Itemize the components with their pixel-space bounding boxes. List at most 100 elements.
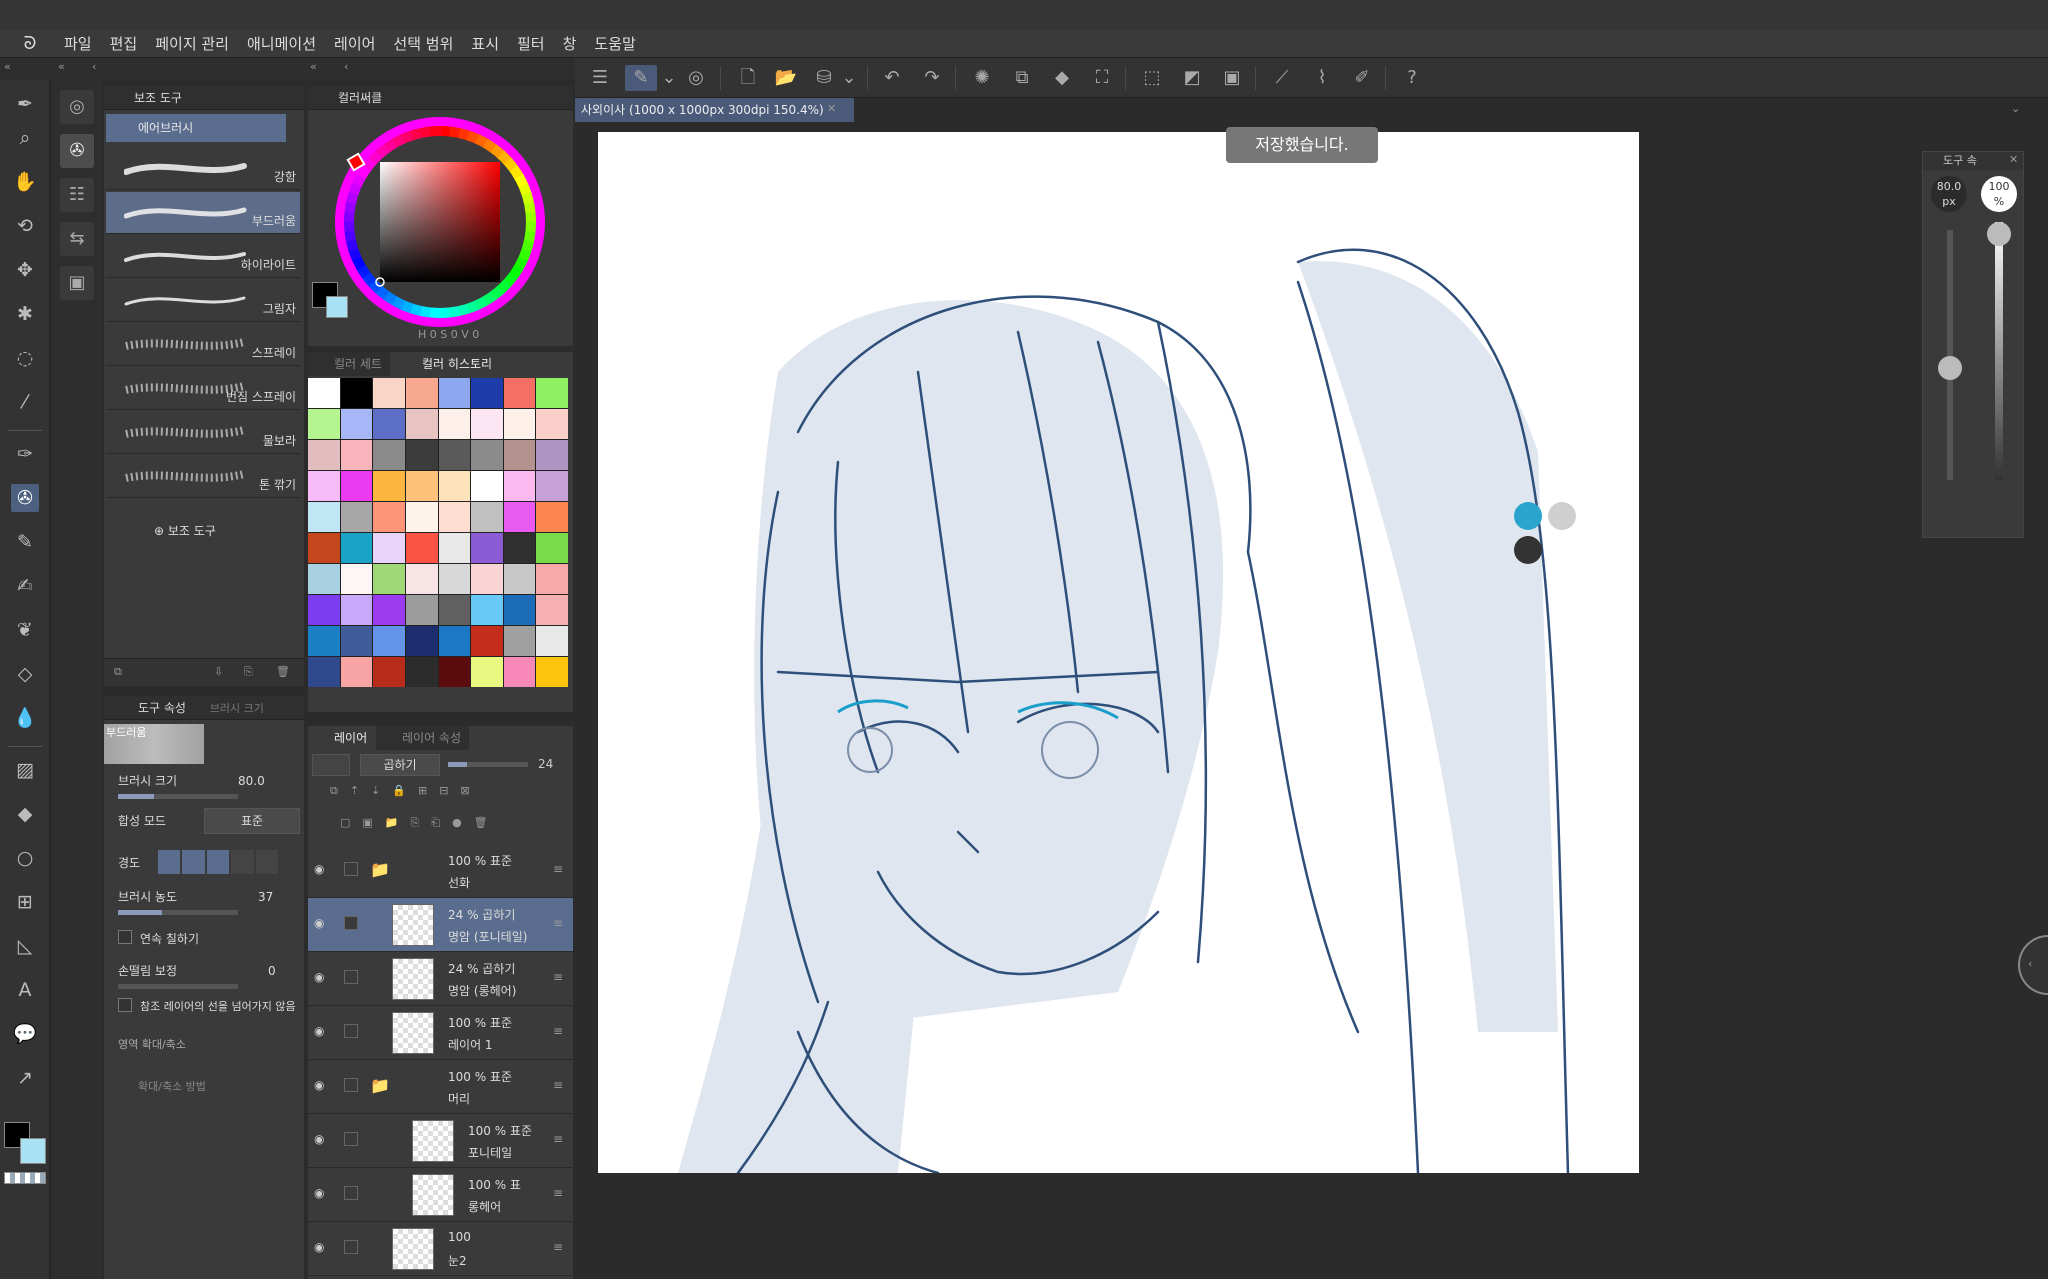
palette-swatch[interactable] (438, 502, 471, 532)
palette-swatch[interactable] (373, 564, 405, 594)
brush-size-value[interactable]: 80.0 (238, 774, 265, 788)
palette-swatch[interactable] (503, 595, 536, 625)
palette-swatch[interactable] (438, 378, 471, 408)
eye-icon[interactable]: ◉ (314, 916, 330, 932)
zoom-tool-icon[interactable]: ⌕ (11, 124, 39, 152)
brush-item[interactable]: 그림자 (106, 280, 300, 322)
brush-item[interactable]: 강함 (106, 148, 300, 190)
correct-line-tool-icon[interactable]: ↗ (11, 1064, 39, 1092)
palette-swatch[interactable] (471, 471, 503, 501)
chevron-left-icon[interactable]: ‹ (92, 60, 96, 73)
eyedropper-icon[interactable]: ⁄ (11, 388, 39, 416)
eye-icon[interactable]: ◉ (314, 1024, 330, 1040)
palette-swatch[interactable] (536, 471, 568, 501)
move-tool-icon[interactable]: ✥ (11, 256, 39, 284)
airbrush-tool-icon[interactable]: ✇ (11, 484, 39, 512)
close-tab-icon[interactable]: ✕ (827, 102, 836, 115)
save-icon[interactable]: ⛁ (811, 65, 837, 91)
download-icon[interactable]: ⇩ (214, 665, 223, 678)
layer-lock-toggle[interactable] (344, 1132, 358, 1146)
ribbon-tool-icon[interactable]: ❦ (11, 616, 39, 644)
layer-row[interactable]: ◉ 24 % 곱하기 명암 (롱헤어) ≡ (308, 952, 573, 1006)
palette-swatch[interactable] (503, 409, 536, 439)
layer-lock-toggle[interactable] (344, 862, 358, 876)
palette-swatch[interactable] (308, 409, 340, 439)
chevron-down-icon[interactable]: ⌄ (2011, 102, 2020, 115)
palette-swatch[interactable] (536, 409, 568, 439)
chevron-down-icon[interactable]: ⌄ (661, 65, 677, 91)
palette-swatch[interactable] (536, 626, 568, 656)
collapse-icon[interactable]: « (310, 60, 317, 73)
palette-swatch[interactable] (340, 626, 373, 656)
palette-swatch[interactable] (308, 533, 340, 563)
palette-swatch[interactable] (438, 626, 471, 656)
layer-row[interactable]: ◉ 📁 100 % 표준 선화 ≡ (308, 844, 573, 898)
stabilization-value[interactable]: 0 (268, 964, 276, 978)
palette-swatch[interactable] (340, 657, 373, 687)
open-folder-icon[interactable]: 📂 (773, 65, 799, 91)
palette-swatch[interactable] (471, 595, 503, 625)
brush-size-slider[interactable] (118, 794, 238, 799)
palette-swatch[interactable] (340, 595, 373, 625)
palette-swatch[interactable] (373, 502, 405, 532)
hand-tool-icon[interactable]: ✋ (11, 168, 39, 196)
sub-color-swatch[interactable] (326, 296, 348, 318)
collapse-icon[interactable]: « (4, 60, 11, 73)
palette-swatch[interactable] (308, 564, 340, 594)
magic-wand-icon[interactable]: ✱ (11, 300, 39, 328)
palette-swatch[interactable] (503, 626, 536, 656)
menu-item[interactable]: 애니메이션 (238, 30, 325, 58)
menu-item[interactable]: 선택 범위 (384, 30, 462, 58)
palette-swatch[interactable] (503, 440, 536, 470)
palette-swatch[interactable] (438, 595, 471, 625)
fill-icon[interactable]: ◆ (1049, 65, 1075, 91)
palette-swatch[interactable] (340, 409, 373, 439)
palette-swatch[interactable] (308, 595, 340, 625)
blend-tool-icon[interactable]: 💧 (11, 704, 39, 732)
palette-swatch[interactable] (536, 595, 568, 625)
palette-swatch[interactable] (373, 657, 405, 687)
transparent-color-swatch[interactable] (4, 1172, 46, 1184)
palette-swatch[interactable] (405, 378, 438, 408)
fill-tool-icon[interactable]: ◆ (11, 800, 39, 828)
palette-swatch[interactable] (308, 657, 340, 687)
layer-row[interactable]: ◉ 📁 100 % 표준 머리 ≡ (308, 1060, 573, 1114)
layer-lock-toggle[interactable] (344, 1024, 358, 1038)
layer-lock-toggle[interactable] (344, 916, 358, 930)
subtool-group-name[interactable]: 에어브러시 (106, 114, 286, 142)
palette-swatch[interactable] (536, 502, 568, 532)
size-slider[interactable] (1938, 230, 1962, 480)
menu-item[interactable]: 편집 (101, 30, 147, 58)
brush-item[interactable]: 톤 깎기 (106, 456, 300, 498)
layer-menu-icon[interactable]: ≡ (553, 1186, 563, 1200)
layer-lock-toggle[interactable] (344, 1240, 358, 1254)
image-icon[interactable]: ▣ (60, 266, 94, 300)
palette-swatch[interactable] (503, 378, 536, 408)
menu-item[interactable]: 필터 (508, 30, 554, 58)
palette-swatch[interactable] (536, 657, 568, 687)
palette-swatch[interactable] (308, 378, 340, 408)
palette-swatch[interactable] (471, 378, 503, 408)
density-slider[interactable] (118, 910, 238, 915)
link-icon[interactable]: ◎ (683, 65, 709, 91)
hardness-selector[interactable] (158, 850, 279, 874)
new-file-icon[interactable]: 🗋 (735, 65, 761, 91)
palette-swatch[interactable] (340, 502, 373, 532)
palette-swatch[interactable] (373, 378, 405, 408)
ruler-icon[interactable]: ⟋ (1269, 65, 1295, 91)
palette-swatch[interactable] (340, 440, 373, 470)
document-tab[interactable]: 사외이사 (1000 x 1000px 300dpi 150.4%) (575, 98, 854, 122)
eraser-tool-icon[interactable]: ◇ (11, 660, 39, 688)
menu-item[interactable]: 도움말 (585, 30, 644, 58)
cursor-icon[interactable]: ◎ (60, 90, 94, 124)
palette-swatch[interactable] (471, 657, 503, 687)
eye-icon[interactable]: ◉ (314, 970, 330, 986)
hamburger-menu-icon[interactable]: ☰ (587, 65, 613, 91)
layer-menu-icon[interactable]: ≡ (553, 1024, 563, 1038)
gradient-tool-icon[interactable]: ▨ (11, 756, 39, 784)
menu-item[interactable]: 레이어 (325, 30, 384, 58)
eye-icon[interactable]: ◉ (314, 1078, 330, 1094)
tab-layer-property[interactable]: 레이어 속성 (376, 726, 470, 750)
palette-swatch[interactable] (503, 471, 536, 501)
opacity-slider[interactable] (1987, 222, 2011, 480)
